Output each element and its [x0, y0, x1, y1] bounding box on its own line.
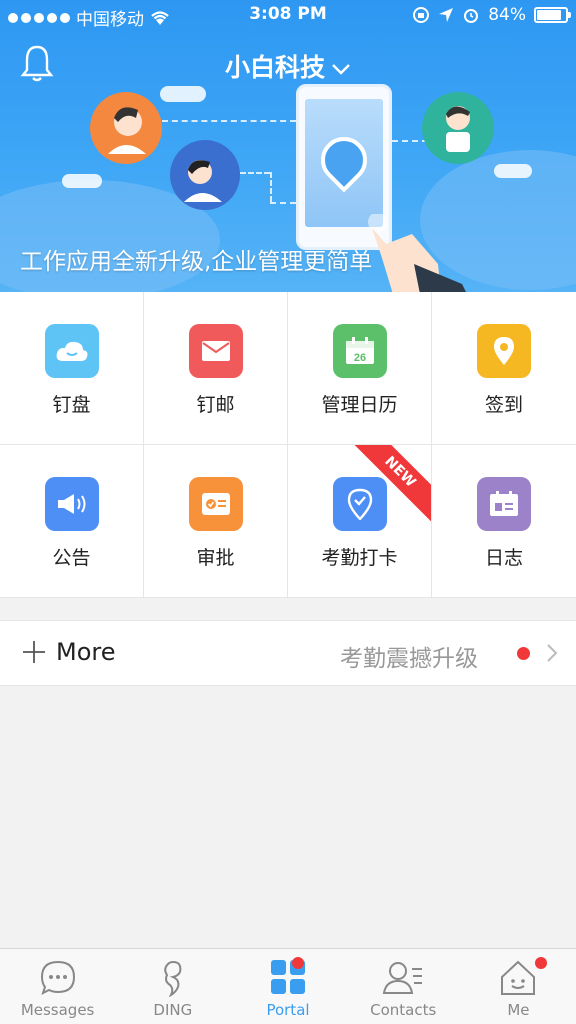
connector-line [240, 172, 270, 174]
unread-dot [517, 647, 530, 660]
banner-slogan: 工作应用全新升级,企业管理更简单 [20, 249, 373, 275]
app-label: 日志 [484, 547, 523, 569]
app-tile-ding-mail[interactable]: 钉邮 [144, 292, 288, 445]
app-tile-sign-in[interactable]: 签到 [432, 292, 576, 445]
cloud-icon [45, 324, 99, 378]
organization-switcher[interactable]: 小白科技 [0, 48, 576, 84]
banner-cloud-decoration [160, 86, 206, 102]
check-in-pin-icon [333, 477, 387, 531]
chevron-right-icon [547, 644, 558, 662]
tab-contacts[interactable]: Contacts [346, 949, 461, 1024]
mail-icon [189, 324, 243, 378]
bottom-tab-bar: Messages DING Portal Contacts Me [0, 948, 576, 1024]
connector-line [162, 120, 296, 122]
me-badge-dot [534, 957, 547, 969]
header-banner[interactable]: 工作应用全新升级,企业管理更简单 [0, 0, 576, 292]
tab-ding[interactable]: DING [115, 949, 230, 1024]
battery-percent: 84% [488, 5, 526, 25]
tab-label: Me [507, 1001, 530, 1019]
chat-bubble-icon [40, 960, 75, 995]
home-face-icon [501, 960, 536, 995]
tab-messages[interactable]: Messages [0, 949, 115, 1024]
megaphone-icon [45, 477, 99, 531]
chevron-down-icon [332, 64, 350, 75]
calendar-date-text: 26 [354, 352, 366, 364]
contacts-icon [383, 962, 423, 994]
app-tile-announcement[interactable]: 公告 [0, 445, 144, 598]
tab-label: Messages [20, 1001, 95, 1019]
app-tile-log[interactable]: 日志 [432, 445, 576, 598]
app-label: 考勤打卡 [321, 547, 398, 569]
tab-label: Portal [266, 1001, 310, 1019]
tab-portal[interactable]: Portal [230, 949, 345, 1024]
more-apps-row[interactable]: More 考勤震撼升级 [0, 620, 576, 686]
location-arrow-icon [439, 8, 454, 22]
app-tile-approval[interactable]: 审批 [144, 445, 288, 598]
app-label: 审批 [196, 547, 235, 569]
calendar-icon: 26 [333, 324, 387, 378]
app-grid: 钉盘 钉邮 26 管理日历 签到 公告 审批 NEW 考勤打卡 日志 [0, 292, 576, 598]
employee-avatar-illustration [170, 140, 240, 210]
app-tile-attendance[interactable]: NEW 考勤打卡 [288, 445, 432, 598]
rotation-lock-icon [413, 7, 430, 23]
approval-card-icon [189, 477, 243, 531]
app-label: 钉盘 [52, 394, 91, 416]
status-bar: 中国移动 3:08 PM 84% [0, 0, 576, 32]
promo-text: 考勤震撼升级 [340, 646, 478, 672]
employee-avatar-illustration [422, 92, 494, 164]
app-label: 钉邮 [196, 394, 235, 416]
battery-icon [534, 7, 571, 23]
connector-line [270, 202, 296, 204]
check-pin-illustration [311, 127, 377, 193]
app-label: 签到 [484, 394, 523, 416]
tab-label: DING [153, 1001, 193, 1019]
connector-line [270, 172, 272, 202]
app-label: 公告 [52, 547, 91, 569]
tab-me[interactable]: Me [461, 949, 576, 1024]
app-tile-calendar[interactable]: 26 管理日历 [288, 292, 432, 445]
employee-avatar-illustration [90, 92, 162, 164]
alarm-icon [464, 9, 479, 23]
banner-cloud-decoration [494, 164, 532, 178]
more-label: More [56, 638, 116, 666]
app-tile-ding-pan[interactable]: 钉盘 [0, 292, 144, 445]
plus-icon [23, 641, 45, 663]
banner-cloud-decoration [62, 174, 102, 188]
organization-name: 小白科技 [224, 53, 325, 82]
tab-label: Contacts [370, 1001, 437, 1019]
app-label: 管理日历 [321, 394, 398, 416]
log-icon [477, 477, 531, 531]
location-pin-icon [477, 324, 531, 378]
ding-icon [164, 960, 182, 997]
